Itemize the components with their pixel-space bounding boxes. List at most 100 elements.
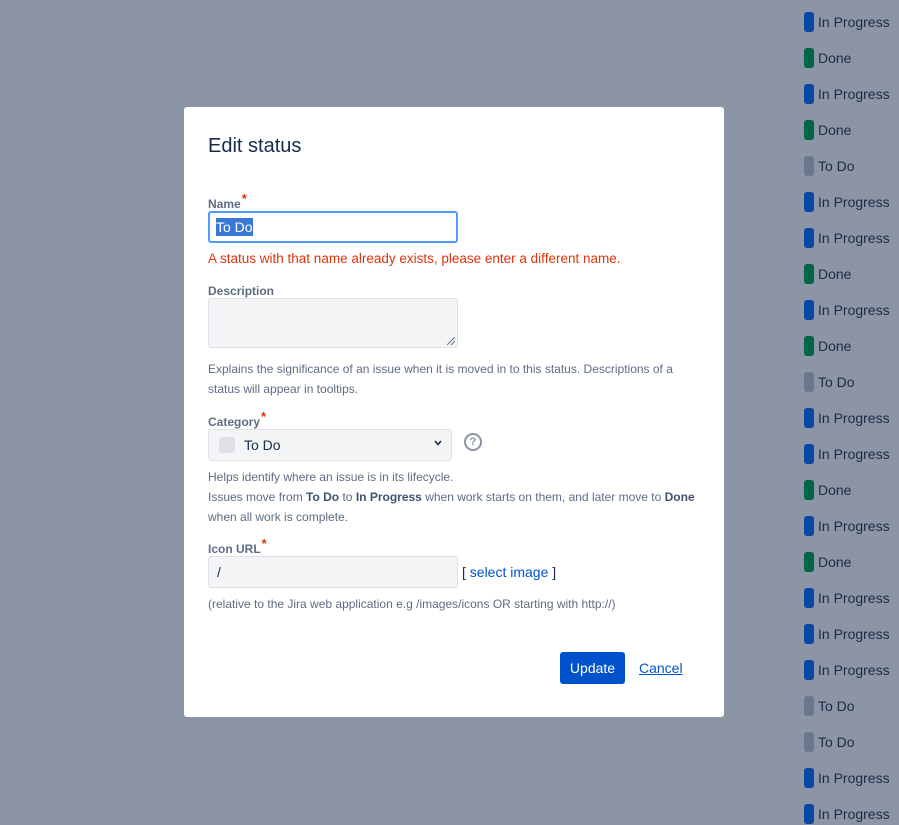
status-color-swatch — [804, 768, 814, 788]
category-label: Category* — [208, 409, 267, 429]
select-image-control: [ select image ] — [462, 564, 557, 580]
description-help: Explains the significance of an issue wh… — [208, 362, 673, 396]
background-status-item: In Progress — [804, 659, 890, 681]
status-color-swatch — [804, 804, 814, 824]
status-label: In Progress — [818, 194, 890, 210]
status-color-swatch — [804, 732, 814, 752]
background-status-item: Done — [804, 479, 851, 501]
background-status-item: In Progress — [804, 227, 890, 249]
background-status-item: In Progress — [804, 443, 890, 465]
status-label: Done — [818, 266, 852, 282]
name-error-message: A status with that name already exists, … — [208, 251, 621, 266]
status-color-swatch — [804, 336, 814, 356]
status-color-swatch — [804, 48, 814, 68]
status-color-swatch — [804, 408, 814, 428]
status-label: In Progress — [818, 230, 890, 246]
background-status-item: To Do — [804, 731, 855, 753]
status-color-swatch — [804, 12, 814, 32]
background-status-item: Done — [804, 119, 851, 141]
category-help-line3: when all work is complete. — [208, 510, 349, 524]
status-color-swatch — [804, 264, 814, 284]
status-label: Done — [818, 554, 852, 570]
select-image-link[interactable]: select image — [470, 564, 549, 580]
background-status-item: In Progress — [804, 515, 890, 537]
status-color-swatch — [804, 480, 814, 500]
icon-url-input[interactable]: / — [208, 556, 458, 588]
status-color-swatch — [804, 624, 814, 644]
background-status-item: In Progress — [804, 407, 890, 429]
name-input-value: To Do — [216, 218, 253, 236]
status-label: Done — [818, 338, 852, 354]
required-mark: * — [261, 536, 267, 551]
status-color-swatch — [804, 84, 814, 104]
resize-grip-icon[interactable] — [447, 337, 455, 345]
status-color-swatch — [804, 660, 814, 680]
description-textarea[interactable] — [208, 298, 458, 348]
status-label: In Progress — [818, 14, 890, 30]
background-status-item: To Do — [804, 371, 855, 393]
status-color-swatch — [804, 696, 814, 716]
status-label: In Progress — [818, 410, 890, 426]
status-color-swatch — [804, 228, 814, 248]
background-status-item: In Progress — [804, 11, 890, 33]
status-label: To Do — [818, 734, 855, 750]
category-select[interactable]: To Do — [208, 429, 452, 461]
background-status-item: In Progress — [804, 767, 890, 789]
status-label: In Progress — [818, 302, 890, 318]
help-question-icon[interactable]: ? — [464, 433, 482, 451]
category-help-line2: Issues move from To Do to In Progress wh… — [208, 490, 695, 504]
background-status-item: To Do — [804, 155, 855, 177]
status-color-swatch — [804, 156, 814, 176]
background-status-item: In Progress — [804, 587, 890, 609]
description-label: Description — [208, 284, 275, 298]
category-help: Helps identify where an issue is in its … — [208, 467, 708, 527]
background-status-item: In Progress — [804, 803, 890, 825]
status-color-swatch — [804, 444, 814, 464]
status-color-swatch — [804, 300, 814, 320]
status-label: To Do — [818, 374, 855, 390]
status-label: In Progress — [818, 770, 890, 786]
background-status-item: To Do — [804, 695, 855, 717]
update-button[interactable]: Update — [560, 652, 625, 684]
status-label: Done — [818, 482, 852, 498]
background-status-item: Done — [804, 263, 851, 285]
status-label: In Progress — [818, 626, 890, 642]
category-selected-value: To Do — [244, 437, 281, 453]
status-label: To Do — [818, 158, 855, 174]
status-label: In Progress — [818, 590, 890, 606]
status-color-swatch — [804, 552, 814, 572]
status-label: In Progress — [818, 518, 890, 534]
icon-url-value: / — [217, 564, 221, 580]
status-color-swatch — [804, 192, 814, 212]
background-status-item: Done — [804, 335, 851, 357]
status-color-swatch — [804, 516, 814, 536]
background-status-item: Done — [804, 551, 851, 573]
status-color-swatch — [804, 588, 814, 608]
status-label: In Progress — [818, 86, 890, 102]
background-status-item: In Progress — [804, 623, 890, 645]
background-status-item: In Progress — [804, 83, 890, 105]
status-color-swatch — [804, 372, 814, 392]
status-label: Done — [818, 50, 852, 66]
status-label: In Progress — [818, 446, 890, 462]
icon-url-label: Icon URL* — [208, 536, 267, 556]
dialog-title: Edit status — [208, 135, 302, 157]
icon-url-help: (relative to the Jira web application e.… — [208, 597, 616, 611]
status-label: To Do — [818, 698, 855, 714]
category-help-line1: Helps identify where an issue is in its … — [208, 470, 454, 484]
status-label: In Progress — [818, 806, 890, 822]
required-mark: * — [241, 191, 247, 206]
status-color-swatch — [804, 120, 814, 140]
status-label: In Progress — [818, 662, 890, 678]
required-mark: * — [261, 409, 267, 424]
background-status-item: In Progress — [804, 191, 890, 213]
status-label: Done — [818, 122, 852, 138]
cancel-button[interactable]: Cancel — [639, 660, 683, 676]
background-status-item: Done — [804, 47, 851, 69]
background-status-item: In Progress — [804, 299, 890, 321]
name-label: Name* — [208, 191, 247, 211]
category-color-swatch — [219, 437, 235, 453]
name-input[interactable]: To Do — [208, 211, 458, 243]
edit-status-dialog: Edit status Name* To Do A status with th… — [184, 107, 724, 717]
chevron-down-icon — [434, 440, 442, 446]
